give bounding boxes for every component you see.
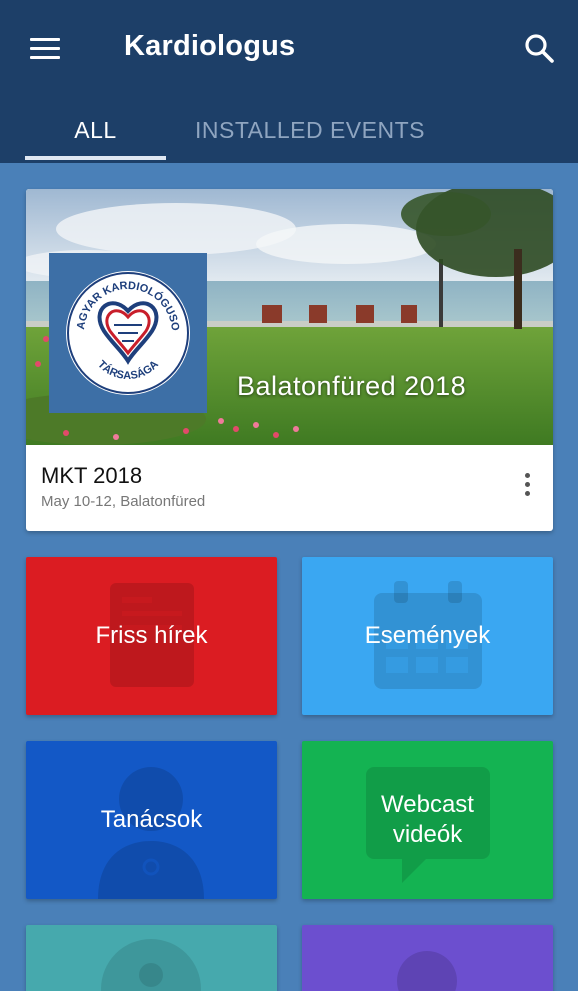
event-card[interactable]: MAGYAR KARDIOLÓGUSOKTÁRSASÁGA Balatonfür… [26, 189, 553, 531]
tile-label [26, 925, 277, 991]
tile-teal[interactable] [26, 925, 277, 991]
tile-esemenyek[interactable]: Események [302, 557, 553, 715]
search-icon[interactable] [519, 28, 559, 68]
banner-caption: Balatonfüred 2018 [237, 371, 467, 401]
active-tab-indicator [25, 156, 166, 160]
event-date-location: May 10-12, Balatonfüred [41, 493, 206, 510]
tile-friss-hirek[interactable]: Friss hírek [26, 557, 277, 715]
app-title: Kardiologus [124, 30, 296, 62]
tab-bar: ALL INSTALLED EVENTS [0, 98, 578, 163]
tile-label: Webcast videók [381, 791, 474, 848]
hamburger-menu-icon[interactable] [22, 30, 68, 66]
app-bar: Kardiologus ALL INSTALLED EVENTS [0, 0, 578, 163]
tile-label: Események [364, 622, 491, 649]
more-vertical-icon[interactable] [517, 469, 537, 499]
society-logo: MAGYAR KARDIOLÓGUSOKTÁRSASÁGA [49, 253, 207, 413]
tile-label [302, 925, 553, 991]
tile-label: Tanácsok [100, 806, 203, 833]
tab-installed-events[interactable]: INSTALLED EVENTS [176, 98, 444, 163]
tile-purple[interactable] [302, 925, 553, 991]
tile-label: Friss hírek [95, 622, 208, 649]
event-name: MKT 2018 [41, 463, 143, 488]
tab-all[interactable]: ALL [25, 98, 166, 163]
tile-tanacsok[interactable]: Tanácsok [26, 741, 277, 899]
tile-webcast-videok[interactable]: Webcast videók [302, 741, 553, 899]
